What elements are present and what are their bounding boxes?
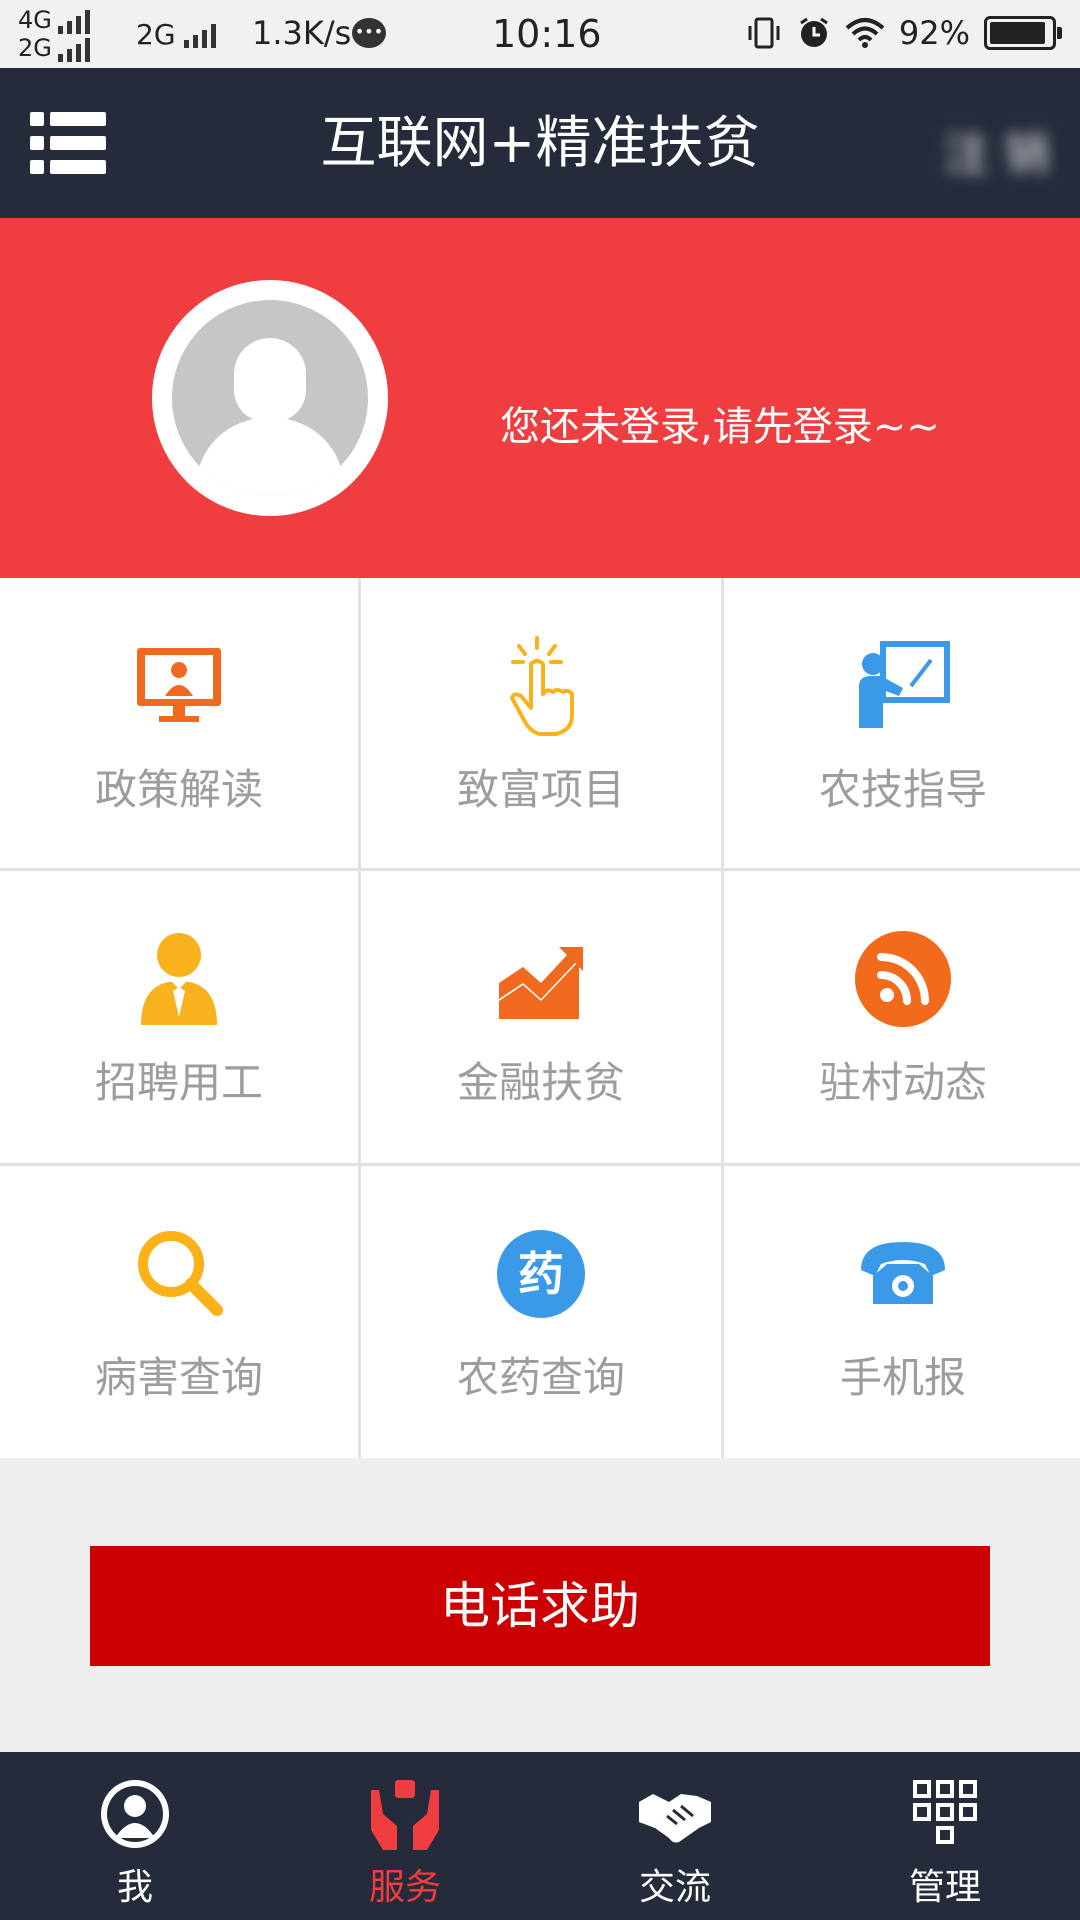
default-avatar-icon [172,300,368,496]
service-recruit[interactable]: 招聘用工 [0,871,358,1163]
clock: 10:16 [492,12,602,56]
network-type-bottom: 2G [18,34,52,62]
phone-icon [861,1242,945,1304]
tab-label: 服务 [368,1867,441,1908]
rss-icon [855,931,951,1027]
network-speed: 1.3K/s [252,14,352,52]
network-indicator-2: 2G [136,18,216,51]
alarm-icon [800,17,828,47]
tab-exchange[interactable]: 交流 [540,1752,810,1920]
service-label: 驻村动态 [818,1058,987,1107]
service-disease-search[interactable]: 病害查询 [0,1166,358,1458]
service-agri-tech[interactable]: 农技指导 [724,578,1080,868]
teacher-board-icon [859,641,950,728]
profile-banner[interactable]: 您还未登录,请先登录~~ [0,218,1080,578]
signal-icon [183,22,216,48]
message-icon: ••• [352,18,386,48]
service-finance[interactable]: 金融扶贫 [361,871,721,1163]
avatar[interactable] [152,280,388,516]
tab-label: 交流 [638,1867,711,1908]
bottom-tab-bar: 我 服务 交流 管理 [0,1752,1080,1920]
phone-help-button[interactable]: 电话求助 [90,1546,990,1666]
service-label: 招聘用工 [94,1058,263,1107]
service-label: 农药查询 [456,1353,625,1402]
service-pesticide-search[interactable]: 药 农药查询 [361,1166,721,1458]
service-hands-icon [371,1780,439,1850]
tab-me[interactable]: 我 [0,1752,270,1920]
service-label: 病害查询 [94,1353,263,1402]
network-type-2: 2G [136,18,176,51]
handshake-icon [639,1794,711,1843]
signal-icon [57,8,90,34]
vibrate-icon [748,17,780,49]
grid-icon [913,1780,977,1844]
tab-label: 我 [116,1867,153,1908]
app-header: 互联网+精准扶贫 注 销 [0,68,1080,218]
battery-percent: 92% [898,14,970,52]
trend-chart-icon [499,947,583,1019]
tap-hand-icon [510,636,574,736]
service-label: 农技指导 [818,765,987,814]
pesticide-icon: 药 [497,1230,585,1318]
service-village-news[interactable]: 驻村动态 [724,871,1080,1163]
battery-icon [984,16,1062,50]
signal-icon [57,36,90,62]
service-label: 致富项目 [456,765,625,814]
service-mobile-paper[interactable]: 手机报 [724,1166,1080,1458]
service-label: 金融扶贫 [456,1058,625,1107]
tab-label: 管理 [908,1867,981,1908]
service-projects[interactable]: 致富项目 [361,578,721,868]
status-icons: 92% [745,14,1062,52]
search-icon [138,1231,223,1316]
person-tie-icon [141,933,217,1025]
page-title: 互联网+精准扶贫 [320,111,760,176]
network-indicator: 4G 2G [18,6,90,62]
service-grid: 政策解读 致富项目 农技指导 招聘用工 金融扶贫 驻村动态 病害查询 药 农药查… [0,578,1080,1458]
monitor-person-icon [137,648,221,722]
logout-button[interactable]: 注 销 [943,118,1050,184]
pesticide-glyph: 药 [518,1247,564,1301]
service-policy[interactable]: 政策解读 [0,578,358,868]
service-label: 政策解读 [94,765,263,814]
tab-manage[interactable]: 管理 [810,1752,1080,1920]
service-label: 手机报 [839,1353,966,1402]
tab-service[interactable]: 服务 [270,1752,540,1920]
network-type-top: 4G [18,6,52,34]
login-hint[interactable]: 您还未登录,请先登录~~ [500,394,940,452]
status-bar: 4G 2G 2G 1.3K/s ••• 10:16 92% [0,0,1080,68]
wifi-icon [845,18,885,48]
user-icon [101,1780,169,1848]
